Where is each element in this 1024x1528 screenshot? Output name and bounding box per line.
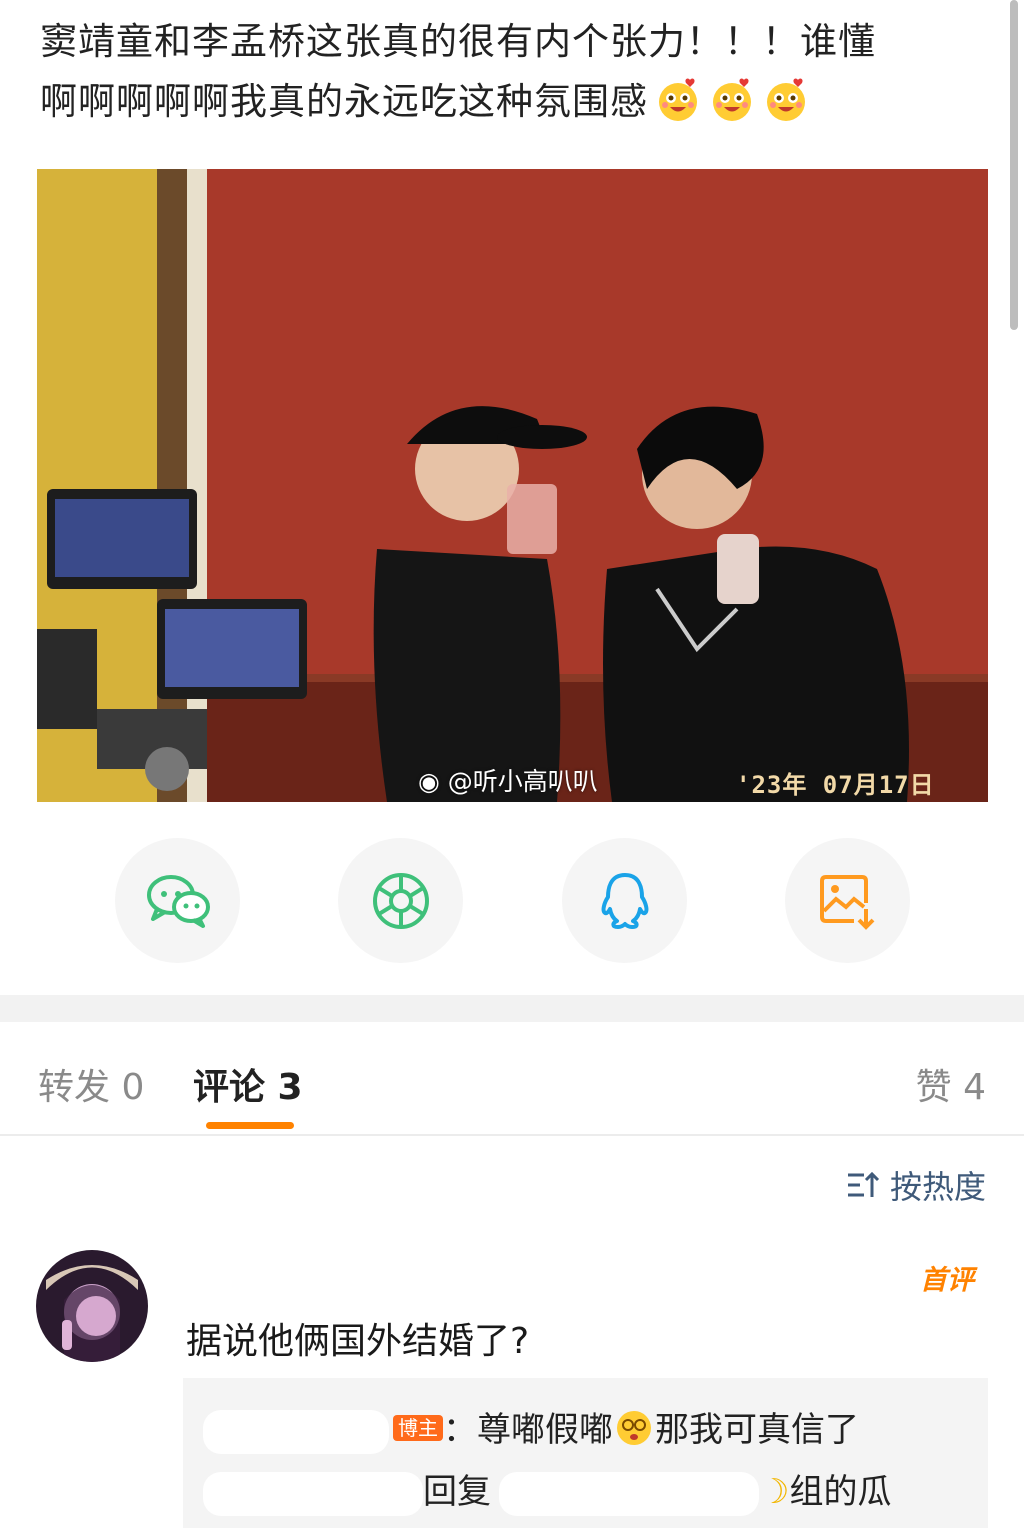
host-badge: 博主	[393, 1415, 443, 1441]
reply-thread[interactable]: 博主 ：尊嘟假嘟 那我可真信了 回复 ☽组的瓜	[183, 1378, 988, 1528]
share-save-image-button[interactable]	[785, 838, 910, 963]
heart-eyes-emoji-icon	[713, 78, 751, 121]
weibo-logo-icon: ◉	[418, 767, 440, 796]
reply-2[interactable]: 回复 ☽组的瓜	[203, 1464, 891, 1516]
post-text-line-1: 窦靖童和李孟桥这张真的很有内个张力！！！谁懂	[40, 20, 876, 63]
moments-icon	[372, 872, 429, 929]
reply-2-mid: 回复	[423, 1472, 491, 1512]
qq-icon	[601, 872, 648, 929]
photo-watermark: ◉ @听小高叭叭	[418, 762, 598, 798]
moon-icon: ☽	[759, 1472, 790, 1512]
share-moments-button[interactable]	[338, 838, 463, 963]
tab-repost[interactable]: 转发 0	[38, 1058, 144, 1110]
save-image-icon	[819, 874, 874, 930]
reply-1[interactable]: 博主 ：尊嘟假嘟 那我可真信了	[203, 1402, 859, 1454]
scrollbar[interactable]	[1010, 0, 1018, 330]
sort-icon	[847, 1171, 880, 1197]
tab-comments[interactable]: 评论 3	[193, 1058, 303, 1110]
active-tab-indicator	[206, 1122, 294, 1129]
post-text-line-2: 啊啊啊啊啊我真的永远吃这种氛围感	[40, 72, 990, 132]
tab-likes[interactable]: 赞 4	[916, 1058, 986, 1110]
sort-label: 按热度	[889, 1168, 986, 1206]
post-text: 窦靖童和李孟桥这张真的很有内个张力！！！谁懂 啊啊啊啊啊我真的永远吃这种氛围感	[40, 12, 990, 132]
share-wechat-button[interactable]	[115, 838, 240, 963]
avatar-image	[36, 1250, 148, 1362]
comment-text[interactable]: 据说他俩国外结婚了?	[186, 1312, 529, 1364]
reply-1-tail: 那我可真信了	[655, 1410, 859, 1450]
heart-eyes-emoji-icon	[659, 78, 697, 121]
reply-2-tail: 组的瓜	[789, 1472, 892, 1512]
redacted-username	[499, 1471, 759, 1516]
avatar[interactable]	[36, 1250, 148, 1362]
interaction-tabs: 转发 0 评论 3 赞 4	[0, 1040, 1024, 1136]
sort-toggle[interactable]: 按热度	[846, 1162, 986, 1208]
share-qq-button[interactable]	[562, 838, 687, 963]
share-row	[0, 838, 1024, 963]
photo-date-stamp: '23年 07月17日	[736, 771, 935, 799]
first-comment-badge: 首评	[920, 1265, 974, 1296]
post-photo[interactable]	[37, 169, 988, 802]
redacted-username	[203, 1409, 389, 1454]
section-divider	[0, 995, 1024, 1022]
dazed-emoji-icon	[617, 1411, 651, 1445]
photo-watermark-text: @听小高叭叭	[447, 767, 598, 796]
reply-1-text: ：尊嘟假嘟	[443, 1410, 613, 1450]
wechat-icon	[146, 874, 210, 928]
heart-eyes-emoji-icon	[767, 78, 805, 121]
redacted-username	[203, 1471, 423, 1516]
photo-illustration	[37, 169, 988, 802]
post-text-line-2-text: 啊啊啊啊啊我真的永远吃这种氛围感	[40, 80, 648, 123]
